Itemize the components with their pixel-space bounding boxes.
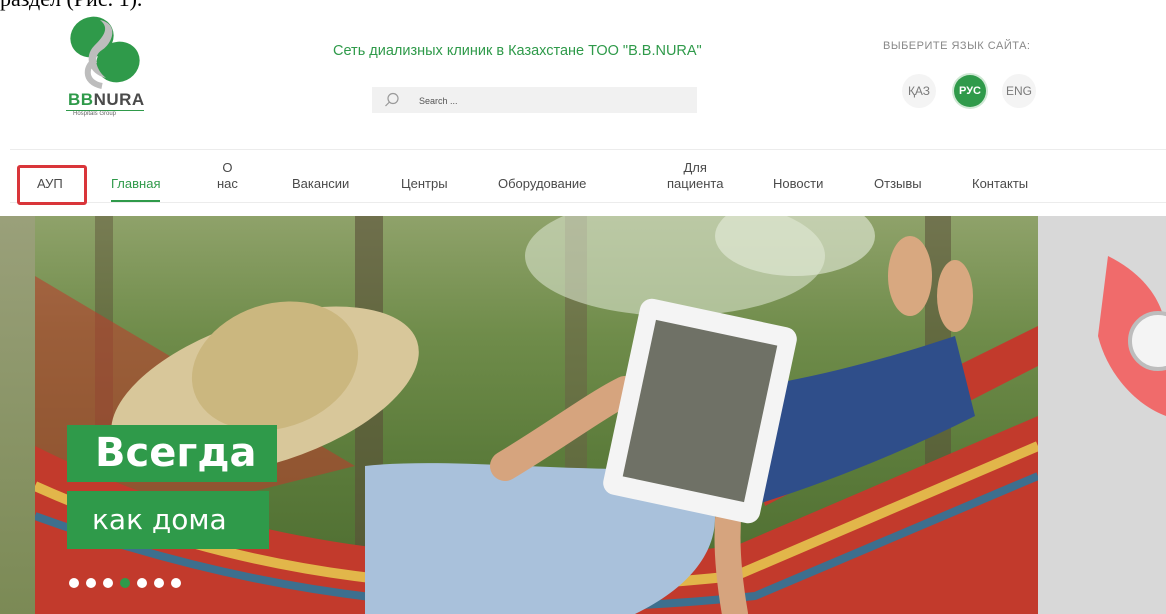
prev-slide-preview[interactable]	[0, 216, 35, 614]
nav-item-centers[interactable]: Центры	[401, 176, 448, 192]
language-eng-button[interactable]: ENG	[1002, 74, 1036, 108]
language-rus-button[interactable]: РУС	[954, 75, 986, 107]
search-input[interactable]	[417, 90, 681, 112]
slider-dot[interactable]	[154, 578, 164, 588]
nav-item-news[interactable]: Новости	[773, 176, 823, 192]
site-title: Сеть диализных клиник в Казахстане ТОО "…	[333, 43, 702, 59]
nav-item-vacancies[interactable]: Вакансии	[292, 176, 349, 192]
hero-illustration	[35, 216, 1038, 614]
hero-slide-image	[35, 216, 1038, 614]
slider-dot[interactable]	[137, 578, 147, 588]
hero-headline: Всегда	[67, 425, 277, 482]
aup-highlight-box	[17, 165, 87, 205]
slider-pagination	[69, 578, 181, 588]
slider-dot[interactable]	[171, 578, 181, 588]
language-label: ВЫБЕРИТЕ ЯЗЫК САЙТА:	[883, 40, 1031, 52]
nav-item-for-patient[interactable]: Для пациента	[667, 160, 723, 192]
search-box[interactable]	[372, 87, 697, 113]
nav-item-contacts[interactable]: Контакты	[972, 176, 1028, 192]
logo-wordmark: BBNURA	[68, 90, 145, 109]
nav-item-home[interactable]: Главная	[111, 176, 161, 202]
nav-item-about[interactable]: О нас	[217, 160, 238, 192]
nav-item-reviews[interactable]: Отзывы	[874, 176, 922, 192]
next-slide-thumbnail	[1098, 256, 1166, 416]
slider-dot[interactable]	[69, 578, 79, 588]
search-icon	[385, 92, 399, 107]
next-slide-preview[interactable]	[1038, 216, 1166, 614]
slider-dot[interactable]	[86, 578, 96, 588]
slider-dot-active[interactable]	[120, 578, 130, 588]
logo-subtitle: Hospitals Group	[73, 111, 117, 117]
language-kaz-button[interactable]: ҚАЗ	[902, 74, 936, 108]
hero-subheadline: как дома	[67, 491, 269, 549]
slider-dot[interactable]	[103, 578, 113, 588]
nav-item-equipment[interactable]: Оборудование	[498, 176, 586, 192]
document-text-fragment: раздел (Рис. 1).	[0, 0, 142, 12]
